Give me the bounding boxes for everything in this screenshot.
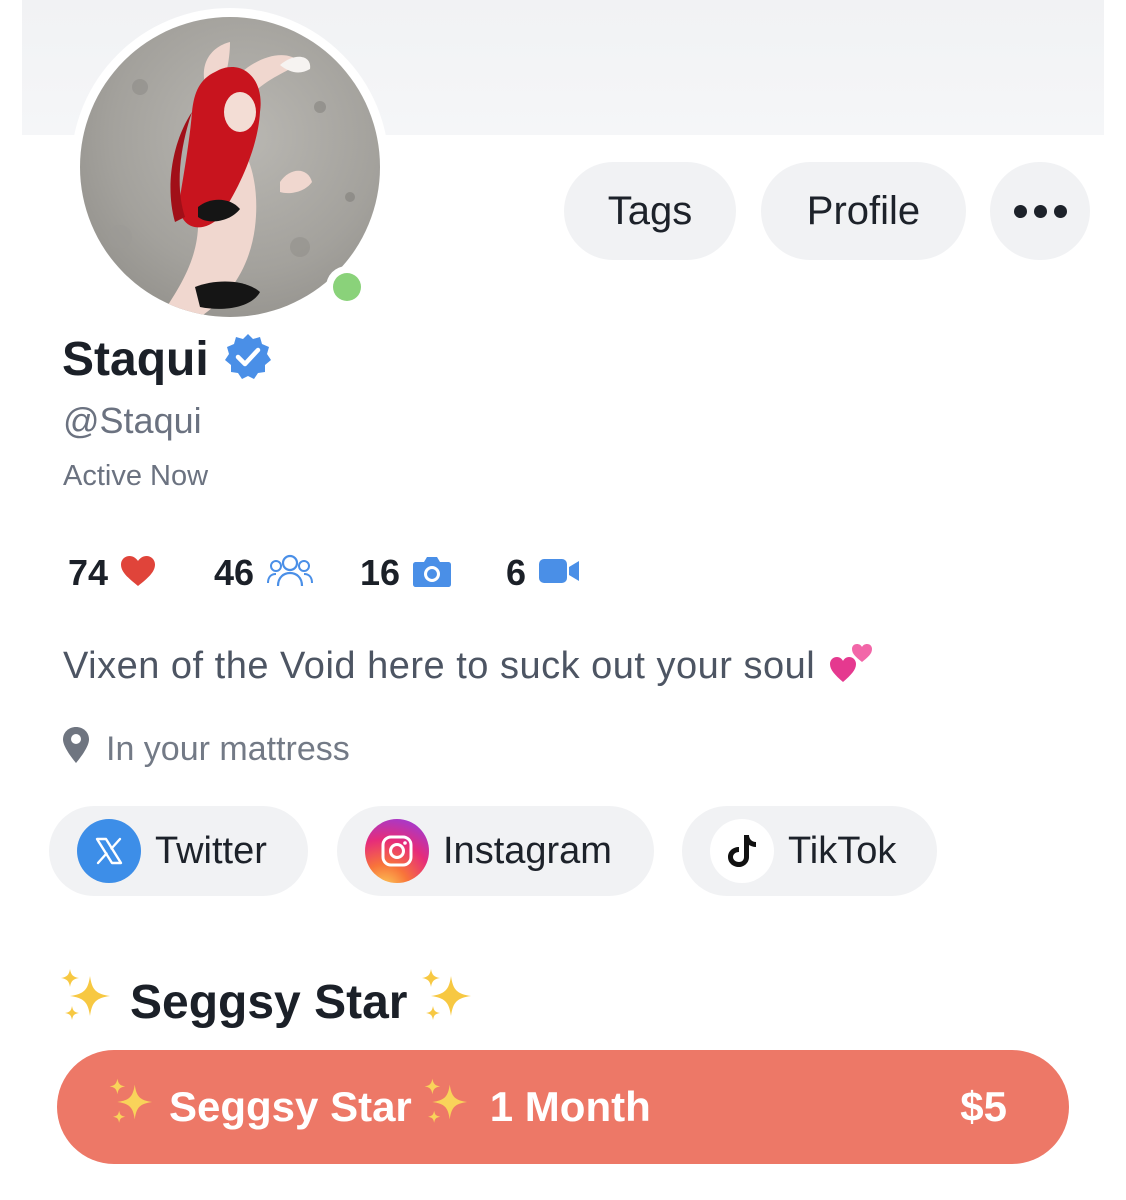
sparkles-icon <box>107 1076 159 1138</box>
subscribe-price: $5 <box>960 1083 1007 1130</box>
subscribe-tier: Seggsy Star <box>107 1076 474 1138</box>
subscribe-duration: 1 Month <box>489 1083 651 1130</box>
tiktok-label: TikTok <box>788 829 897 872</box>
bio: Vixen of the Void here to suck out your … <box>63 638 875 694</box>
activity-status: Active Now <box>63 460 209 492</box>
twitter-label: Twitter <box>155 829 267 872</box>
stat-fans: 46 <box>214 548 314 598</box>
location: In your mattress <box>62 726 350 773</box>
likes-count: 74 <box>68 552 109 593</box>
video-camera-icon <box>538 556 580 591</box>
online-status-indicator <box>326 266 368 308</box>
more-options-button[interactable] <box>990 162 1090 260</box>
more-horizontal-icon <box>1013 204 1067 218</box>
sparkles-icon <box>419 966 479 1038</box>
map-pin-icon <box>62 726 90 773</box>
subscribe-tier-name: Seggsy Star <box>169 1083 412 1130</box>
instagram-link[interactable]: Instagram <box>337 806 654 896</box>
location-text: In your mattress <box>106 730 350 768</box>
profile-name: Staqui <box>62 333 209 386</box>
stat-videos: 6 <box>506 548 580 598</box>
stat-photos: 16 <box>360 548 452 598</box>
profile-name-row: Staqui <box>62 332 273 387</box>
heart-icon <box>120 555 156 592</box>
profile-stats: 74 46 16 6 <box>0 548 700 598</box>
camera-icon <box>412 554 452 593</box>
sparkles-icon <box>422 1076 474 1138</box>
tags-button[interactable]: Tags <box>564 162 736 260</box>
stat-likes: 74 <box>68 548 156 598</box>
twitter-link[interactable]: Twitter <box>49 806 308 896</box>
two-hearts-icon <box>829 638 875 694</box>
photos-count: 16 <box>360 552 401 593</box>
verified-badge-icon <box>223 332 273 387</box>
x-logo-icon <box>77 819 141 883</box>
instagram-label: Instagram <box>443 829 612 872</box>
subscription-heading-text: Seggsy Star <box>130 975 408 1029</box>
sparkles-icon <box>58 966 118 1038</box>
tiktok-link[interactable]: TikTok <box>682 806 937 896</box>
fans-group-icon <box>266 553 314 594</box>
subscription-tier-heading: Seggsy Star <box>58 966 479 1038</box>
fans-count: 46 <box>214 552 255 593</box>
tiktok-logo-icon <box>710 819 774 883</box>
bio-text: Vixen of the Void here to suck out your … <box>63 644 816 687</box>
profile-button[interactable]: Profile <box>761 162 966 260</box>
instagram-logo-icon <box>365 819 429 883</box>
subscribe-button[interactable]: Seggsy Star 1 Month $5 <box>57 1050 1069 1164</box>
profile-handle: @Staqui <box>63 400 202 441</box>
videos-count: 6 <box>506 552 527 593</box>
